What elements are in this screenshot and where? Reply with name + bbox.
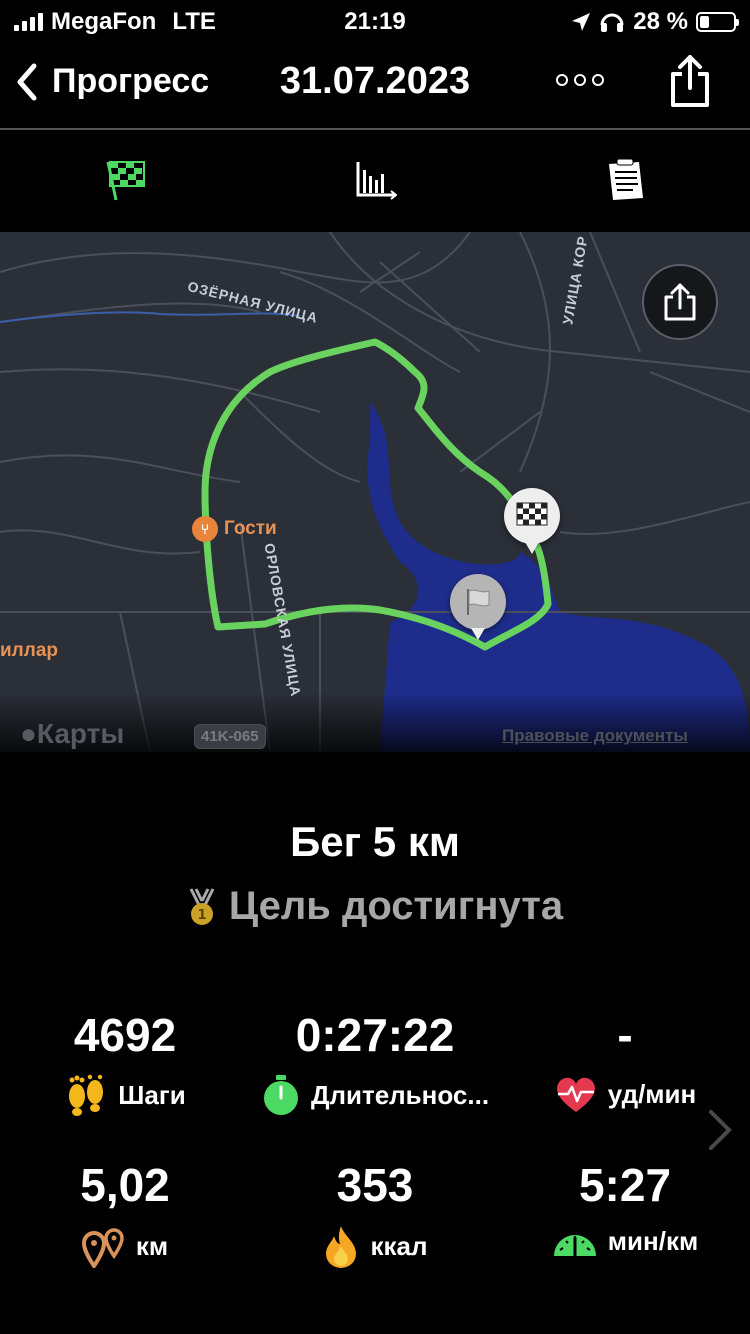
battery-percent: 28 % (633, 8, 688, 35)
steps-value: 4692 (73, 1009, 177, 1061)
more-button[interactable] (556, 74, 604, 86)
distance-value: 5,02 (80, 1159, 170, 1211)
restaurant-icon: ⑂ (192, 516, 218, 542)
page-title: 31.07.2023 (279, 60, 471, 102)
steps-label: Шаги (118, 1079, 186, 1110)
stat-distance: 5,02 км (0, 1158, 250, 1268)
duration-label: Длительнос... (310, 1079, 490, 1110)
tab-bar (0, 130, 750, 230)
heart-rate-label: уд/мин (607, 1078, 697, 1109)
dot-icon (592, 74, 604, 86)
stopwatch-icon (263, 1075, 298, 1115)
goal-text: Цель достигнута (228, 884, 564, 928)
next-page-chevron-icon[interactable] (706, 1108, 734, 1164)
stat-pace: 5:27 мин/км (500, 1158, 750, 1258)
flag-icon (467, 589, 490, 615)
maps-logo-text: Карты (36, 718, 125, 749)
stat-heart-rate: - уд/мин (500, 1008, 750, 1114)
calories-value: 353 (336, 1159, 414, 1211)
dot-icon (556, 74, 568, 86)
heart-rate-value: - (617, 1009, 633, 1061)
bar-chart-icon (356, 162, 397, 200)
tab-notes[interactable] (600, 155, 650, 205)
stat-calories: 353 ккал (250, 1158, 500, 1268)
start-pin[interactable] (450, 574, 506, 640)
workout-title: Бег 5 км (290, 818, 460, 865)
poi-pillar[interactable]: иллар (0, 640, 58, 662)
pace-label: мин/км (607, 1225, 699, 1256)
finish-pin[interactable] (504, 488, 560, 554)
headphones-icon (600, 13, 624, 32)
svg-text:1: 1 (197, 908, 206, 923)
speedometer-icon (553, 1235, 596, 1258)
share-button[interactable] (668, 54, 712, 113)
heart-pulse-icon (556, 1077, 595, 1112)
pace-value: 5:27 (578, 1159, 672, 1211)
map-share-button[interactable] (642, 264, 718, 340)
share-icon (671, 55, 709, 107)
nav-bar: Прогресс 31.07.2023 (0, 44, 750, 128)
tab-charts[interactable] (350, 155, 400, 205)
medal-icon: 1 (189, 887, 215, 925)
share-icon (664, 283, 696, 321)
map-canvas (0, 232, 750, 752)
poi-gosti[interactable]: ⑂ Гости (192, 516, 277, 542)
dot-icon (574, 74, 586, 86)
footprints-icon (69, 1074, 104, 1116)
checkered-flag-icon (106, 161, 145, 201)
checkered-flag-icon (516, 502, 548, 526)
poi-label-pillar: иллар (0, 640, 58, 661)
location-arrow-icon (572, 13, 591, 31)
apple-logo-icon: ● (20, 718, 37, 749)
location-pins-icon (81, 1228, 124, 1268)
flame-icon (326, 1226, 357, 1268)
distance-label: км (135, 1230, 169, 1261)
stat-steps: 4692 Шаги (0, 1008, 250, 1116)
stat-duration: 0:27:22 Длительнос... (250, 1008, 500, 1116)
goal-status: 1 Цель достигнута (0, 884, 750, 929)
calories-label: ккал (370, 1230, 428, 1261)
route-map[interactable]: ОЗЁРНАЯ УЛИЦА УЛИЦА КОР ОРЛОВСКАЯ УЛИЦА … (0, 232, 750, 752)
tab-route[interactable] (100, 155, 150, 205)
battery-icon (696, 12, 739, 32)
notes-icon (609, 158, 643, 200)
legal-link[interactable]: Правовые документы (502, 726, 688, 746)
road-number-badge: 41K-065 (194, 724, 266, 749)
duration-value: 0:27:22 (295, 1009, 455, 1061)
maps-logo: ●Карты (20, 718, 124, 750)
status-bar: MegaFon LTE 21:19 28 % (0, 0, 750, 44)
poi-label-gosti: Гости (224, 518, 277, 539)
